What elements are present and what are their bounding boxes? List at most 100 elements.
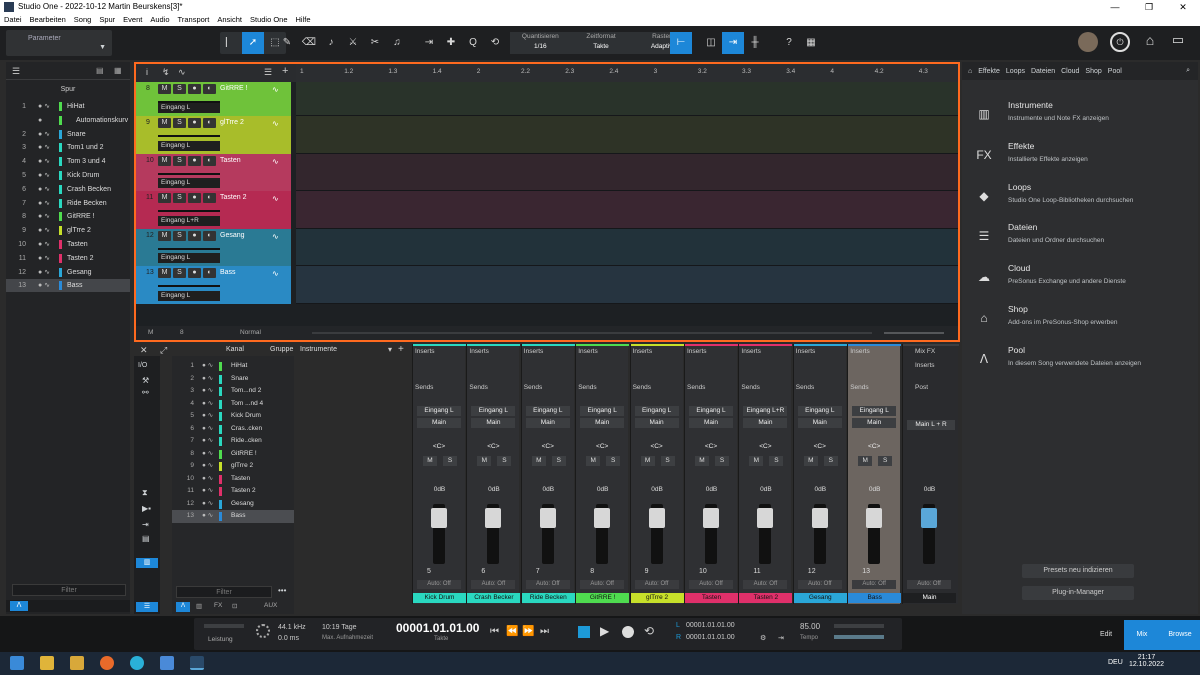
input-select[interactable]: Eingang L (158, 141, 220, 151)
track-state-icons[interactable]: ● ∿ (38, 197, 50, 210)
clock[interactable]: 21:17 12.10.2022 (1129, 654, 1164, 668)
channel-state-icons[interactable]: ● ∿ (202, 373, 213, 386)
sends-button[interactable]: Sends (415, 384, 433, 391)
track-list-item[interactable]: 3 ● ∿ Tom1 und 2 (6, 141, 130, 154)
page-icon[interactable]: ▭ (1170, 32, 1186, 52)
menu-transport[interactable]: Transport (174, 14, 214, 26)
track-list-item[interactable]: 6 ● ∿ Crash Becken (6, 183, 130, 196)
master-inserts[interactable]: Inserts (915, 362, 935, 369)
master-auto[interactable]: Auto: Off (907, 580, 951, 589)
browser-item[interactable]: ▥ Instrumente Instrumente und Note FX an… (962, 96, 1198, 136)
fader-cap[interactable] (703, 508, 719, 528)
sends-button[interactable]: Sends (741, 384, 759, 391)
channel-output[interactable]: Main (743, 418, 788, 428)
channel-output[interactable]: Main (797, 418, 842, 428)
solo-button[interactable]: S (173, 231, 186, 241)
inserts-button[interactable]: Inserts (796, 348, 816, 355)
inspector-icon[interactable]: i (146, 67, 148, 77)
pan-knob[interactable]: <C> (471, 442, 515, 452)
waveform-icon[interactable]: ∿ (272, 157, 279, 166)
parameter-panel[interactable]: Parameter ▼ (6, 30, 112, 56)
mixer-filter-input[interactable]: Filter (176, 586, 272, 598)
horizontal-scrollbar[interactable] (312, 332, 872, 334)
mute-button[interactable]: M (586, 456, 601, 466)
automation-mode[interactable]: Auto: Off (417, 580, 461, 589)
footer-size[interactable]: 8 (180, 329, 184, 336)
expand-icon[interactable]: ⤢ (160, 345, 167, 356)
arrange-track-header[interactable]: 10 M S ● ◐ Tasten ∿ Eingang L (136, 154, 291, 191)
loop-icon[interactable]: ⟲ (644, 624, 654, 638)
close-icon[interactable]: ✕ (140, 345, 148, 356)
tab-shop[interactable]: Shop (1085, 68, 1101, 75)
menu-ansicht[interactable]: Ansicht (213, 14, 246, 26)
menu-spur[interactable]: Spur (95, 14, 119, 26)
waveform-icon[interactable]: ∿ (272, 119, 279, 128)
solo-button[interactable]: S (497, 456, 512, 466)
sample-rate[interactable]: 44.1 kHz (278, 624, 306, 631)
volume-readout[interactable]: 0dB (467, 486, 520, 493)
solo-button[interactable]: S (173, 268, 186, 278)
tab-effekte[interactable]: Effekte (978, 68, 1000, 75)
start-icon[interactable] (10, 656, 24, 670)
mixer-list-item[interactable]: 4 ● ∿ Tom ...nd 4 (172, 398, 294, 411)
zoom-search-icon[interactable]: Q (462, 32, 484, 54)
track-menu-icon[interactable]: ☰ (264, 67, 272, 78)
monitor-button[interactable]: ◐ (203, 231, 216, 241)
pan-knob[interactable]: <C> (852, 442, 896, 452)
video-icon[interactable]: ▦ (800, 32, 822, 54)
loop-right[interactable]: 00001.01.01.00 (686, 634, 735, 641)
track-list-item[interactable]: 11 ● ∿ Tasten 2 (6, 252, 130, 265)
channel-label[interactable]: Tasten (685, 593, 738, 603)
channel-output[interactable]: Main (417, 418, 461, 428)
channel-label[interactable]: Tasten 2 (739, 593, 793, 603)
track-state-icons[interactable]: ● ∿ (38, 279, 50, 292)
solo-button[interactable]: S (173, 156, 186, 166)
mute-button[interactable]: M (158, 84, 171, 94)
inserts-button[interactable]: Inserts (415, 348, 435, 355)
home-icon[interactable]: ⌂ (968, 68, 972, 75)
mixer-list-item[interactable]: 3 ● ∿ Tom...nd 2 (172, 385, 294, 398)
track-name[interactable]: Tasten (220, 157, 241, 164)
sends-button[interactable]: Sends (687, 384, 705, 391)
mix-fx-label[interactable]: Mix FX (915, 348, 935, 355)
tab-pool[interactable]: Pool (1108, 68, 1122, 75)
channel-input[interactable]: Eingang L (471, 406, 516, 416)
inserts-button[interactable]: Inserts (687, 348, 707, 355)
track-list-item[interactable]: 4 ● ∿ Tom 3 und 4 (6, 155, 130, 168)
input-select[interactable]: Eingang L (158, 178, 220, 188)
to-start-icon[interactable]: ⏮ (490, 626, 499, 637)
tab-dateien[interactable]: Dateien (1031, 68, 1055, 75)
volume-readout[interactable]: 0dB (522, 486, 575, 493)
waveform-icon[interactable]: ∿ (272, 194, 279, 203)
position-display[interactable]: 00001.01.01.00 (396, 621, 479, 635)
input-select[interactable]: Eingang L+R (158, 216, 220, 226)
mute-button[interactable]: M (423, 456, 437, 466)
fader-cap[interactable] (648, 508, 665, 528)
channel-input[interactable]: Eingang L+R (743, 406, 788, 416)
input-select[interactable]: Eingang L (158, 103, 220, 113)
solo-button[interactable]: S (715, 456, 729, 466)
mixer-list-icon[interactable]: ☰ (136, 602, 158, 612)
mute-button[interactable]: M (858, 456, 873, 466)
mixer-list-item[interactable]: 8 ● ∿ GitRRE ! (172, 448, 294, 461)
record-arm-button[interactable]: ● (188, 118, 201, 128)
record-arm-button[interactable]: ● (188, 231, 201, 241)
footer-m[interactable]: M (148, 329, 153, 336)
channel-state-icons[interactable]: ● ∿ (202, 435, 213, 448)
fader-cap[interactable] (594, 508, 611, 528)
sends-button[interactable]: Sends (633, 384, 651, 391)
pan-knob[interactable]: <C> (526, 442, 570, 452)
track-name[interactable]: Gesang (220, 232, 245, 239)
automation-view-icon[interactable]: ∿ (178, 67, 186, 78)
solo-button[interactable]: S (660, 456, 675, 466)
track-lane[interactable] (296, 154, 958, 191)
browser-item[interactable]: ☁ Cloud PreSonus Exchange und andere Die… (962, 259, 1198, 299)
maximize-button[interactable]: ❐ (1132, 0, 1166, 14)
presonus-icon[interactable]: ⏻ (1110, 32, 1130, 52)
track-state-icons[interactable]: ● ∿ (38, 224, 50, 237)
waveform-icon[interactable]: ∿ (272, 85, 279, 94)
reindex-presets-button[interactable]: Presets neu indizieren (1022, 564, 1134, 578)
track-list-item[interactable]: 12 ● ∿ Gesang (6, 266, 130, 279)
play-icon[interactable]: ▶ (600, 624, 609, 638)
view-icon[interactable]: ▤ (96, 66, 104, 75)
